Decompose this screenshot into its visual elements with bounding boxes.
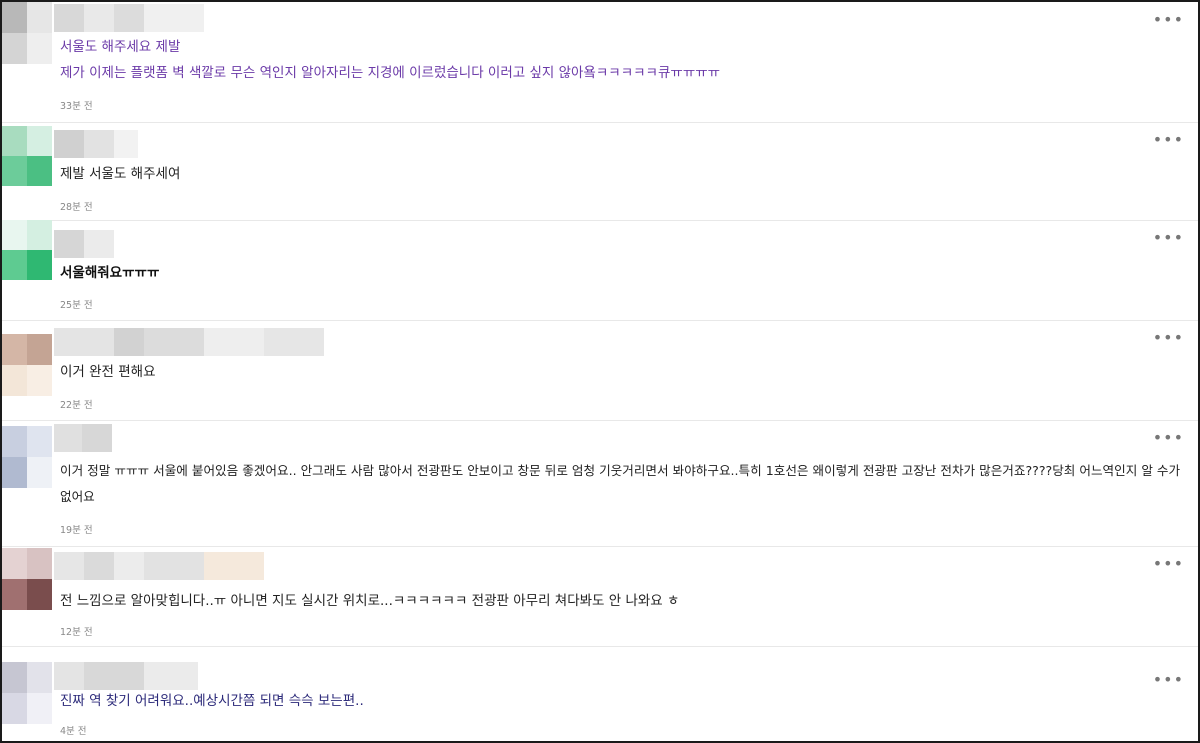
comment-time: 22분 전 (60, 400, 93, 411)
comment-item: 서울해줘요ㅠㅠㅠ 25분 전 ••• (2, 220, 1198, 321)
comment-text: 전 느낌으로 알아맞힙니다..ㅠ 아니면 지도 실시간 위치로...ㅋㅋㅋㅋㅋㅋ… (60, 593, 680, 609)
comment-item: 전 느낌으로 알아맞힙니다..ㅠ 아니면 지도 실시간 위치로...ㅋㅋㅋㅋㅋㅋ… (2, 546, 1198, 647)
avatar[interactable] (2, 2, 52, 64)
avatar[interactable] (2, 426, 52, 488)
comment-text: 서울도 해주세요 제발 제가 이제는 플랫폼 벽 색깔로 무슨 역인지 알아자리… (60, 39, 721, 81)
avatar[interactable] (2, 334, 52, 396)
more-options-icon[interactable]: ••• (1153, 672, 1184, 688)
username-blurred[interactable] (54, 328, 324, 356)
username-blurred[interactable] (54, 662, 198, 690)
comment-time: 4분 전 (60, 726, 87, 737)
comment-text: 진짜 역 찾기 어려워요..예상시간쯤 되면 슥슥 보는편.. (60, 693, 364, 709)
comment-time: 25분 전 (60, 300, 93, 311)
avatar[interactable] (2, 662, 52, 724)
comment-time: 19분 전 (60, 525, 93, 536)
username-blurred[interactable] (54, 552, 264, 580)
comment-time: 33분 전 (60, 101, 93, 112)
avatar[interactable] (2, 126, 52, 186)
comment-time: 28분 전 (60, 202, 93, 213)
more-options-icon[interactable]: ••• (1153, 430, 1184, 446)
comment-time: 12분 전 (60, 627, 93, 638)
comment-item: 이거 완전 편해요 22분 전 ••• (2, 320, 1198, 421)
comment-item: 진짜 역 찾기 어려워요..예상시간쯤 되면 슥슥 보는편.. 4분 전 ••• (2, 646, 1198, 741)
more-options-icon[interactable]: ••• (1153, 556, 1184, 572)
comment-text: 제발 서울도 해주세여 (60, 166, 181, 182)
more-options-icon[interactable]: ••• (1153, 330, 1184, 346)
username-blurred[interactable] (54, 424, 112, 452)
comment-item: 서울도 해주세요 제발 제가 이제는 플랫폼 벽 색깔로 무슨 역인지 알아자리… (2, 2, 1198, 123)
comment-list: 서울도 해주세요 제발 제가 이제는 플랫폼 벽 색깔로 무슨 역인지 알아자리… (0, 0, 1200, 743)
username-blurred[interactable] (54, 4, 204, 32)
username-blurred[interactable] (54, 230, 114, 258)
comment-text: 이거 정말 ㅠㅠㅠ 서울에 붙어있음 좋겠어요.. 안그래도 사람 많아서 전광… (60, 463, 1181, 504)
more-options-icon[interactable]: ••• (1153, 12, 1184, 28)
more-options-icon[interactable]: ••• (1153, 132, 1184, 148)
comment-item: 이거 정말 ㅠㅠㅠ 서울에 붙어있음 좋겠어요.. 안그래도 사람 많아서 전광… (2, 420, 1198, 547)
comment-text: 서울해줘요ㅠㅠㅠ (60, 265, 160, 281)
more-options-icon[interactable]: ••• (1153, 230, 1184, 246)
avatar[interactable] (2, 220, 52, 280)
comment-text: 이거 완전 편해요 (60, 364, 156, 380)
username-blurred[interactable] (54, 130, 138, 158)
comment-item: 제발 서울도 해주세여 28분 전 ••• (2, 122, 1198, 221)
avatar[interactable] (2, 548, 52, 610)
